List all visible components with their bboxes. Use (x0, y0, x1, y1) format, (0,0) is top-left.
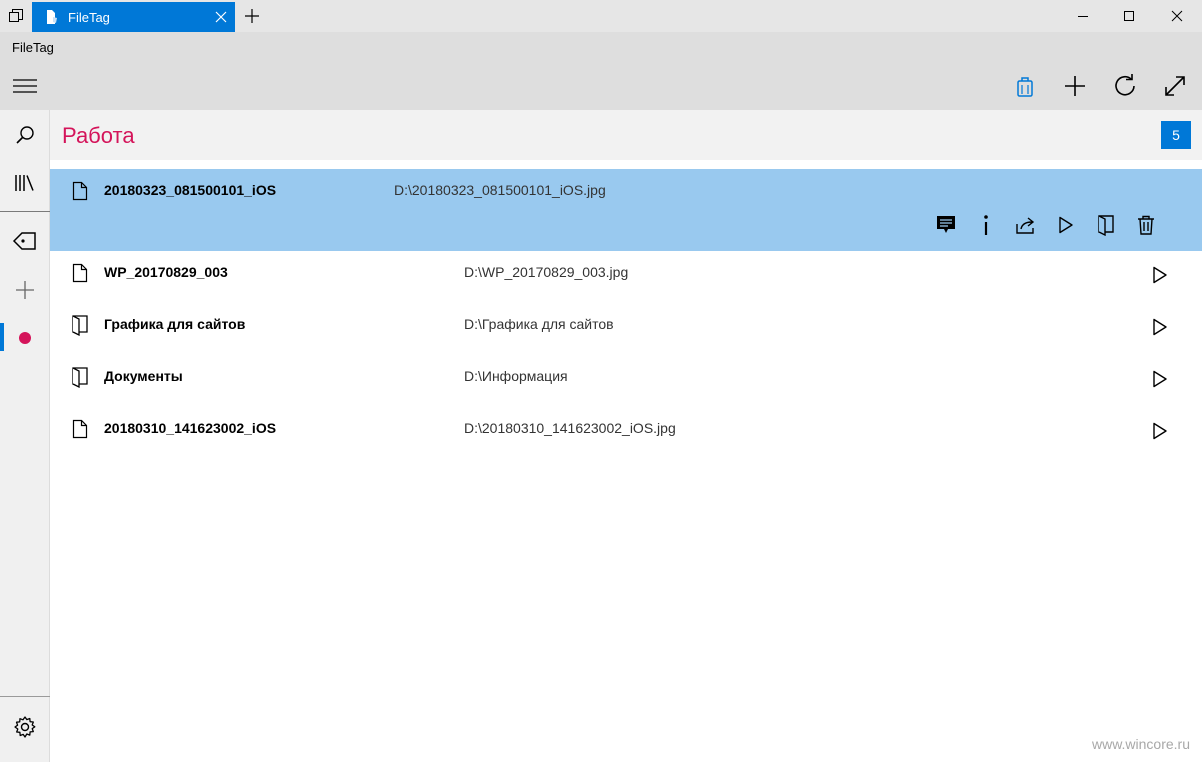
gear-icon (14, 716, 36, 738)
rail-item-library[interactable] (0, 160, 50, 206)
close-icon (1171, 10, 1183, 22)
bag-icon (1017, 77, 1033, 97)
file-icon (70, 418, 90, 440)
hamburger-icon (13, 79, 37, 93)
trash-icon (1138, 215, 1154, 235)
list-item[interactable]: WP_20170829_003 D:\WP_20170829_003.jpg (50, 251, 1202, 303)
add-icon (1065, 76, 1085, 96)
count-value: 5 (1172, 127, 1180, 143)
app-header: FileTag (0, 32, 1202, 110)
navigation-rail (0, 110, 50, 762)
play-icon (1153, 266, 1167, 284)
new-tab-button[interactable] (236, 0, 268, 32)
list-item[interactable]: Графика для сайтов D:\Графика для сайтов (50, 303, 1202, 355)
rail-item-tags[interactable] (0, 218, 50, 264)
item-name: 20180323_081500101_iOS (104, 182, 277, 198)
library-icon (15, 175, 34, 191)
list-item[interactable]: Документы D:\Информация (50, 355, 1202, 407)
item-name: WP_20170829_003 (104, 264, 228, 280)
play-icon (1153, 422, 1167, 440)
refresh-button[interactable] (1103, 68, 1147, 104)
tab-filetag[interactable]: FileTag (32, 2, 235, 32)
item-name: 20180310_141623002_iOS (104, 420, 277, 436)
settings-button[interactable] (0, 704, 50, 750)
open-button[interactable] (1148, 315, 1172, 339)
watermark: www.wincore.ru (1091, 736, 1190, 752)
close-window-button[interactable] (1152, 0, 1202, 32)
expand-icon (1165, 76, 1185, 96)
item-path: D:\20180323_081500101_iOS.jpg (394, 182, 606, 198)
folder-icon (70, 314, 90, 336)
list-item[interactable]: 20180310_141623002_iOS D:\20180310_14162… (50, 407, 1202, 459)
maximize-icon (1124, 11, 1134, 21)
rail-divider (0, 211, 50, 212)
file-list: 20180323_081500101_iOS D:\20180323_08150… (50, 169, 1202, 459)
tab-switcher-button[interactable] (0, 0, 32, 32)
red-dot-icon (19, 332, 31, 344)
open-folder-button[interactable] (1086, 211, 1126, 239)
open-button[interactable] (1046, 211, 1086, 239)
folder-icon (1098, 215, 1114, 236)
app-logo-icon (44, 9, 60, 25)
share-icon (1016, 217, 1035, 234)
play-icon (1153, 318, 1167, 336)
tab-close-button[interactable] (213, 9, 229, 25)
tab-title: FileTag (68, 9, 110, 25)
folder-icon (70, 366, 90, 388)
page-title: Работа (62, 123, 135, 148)
maximize-button[interactable] (1106, 0, 1152, 32)
plus-icon (245, 9, 259, 23)
rail-item-tag-red[interactable] (0, 315, 50, 361)
file-icon (70, 180, 90, 202)
rail-item-add-tag[interactable] (0, 267, 50, 313)
item-actions (926, 211, 1166, 239)
expand-button[interactable] (1153, 68, 1197, 104)
open-button[interactable] (1148, 367, 1172, 391)
play-icon (1059, 216, 1073, 234)
item-name: Документы (104, 368, 183, 384)
page-header: Работа 5 (50, 110, 1202, 160)
rail-item-search[interactable] (0, 112, 50, 158)
restore-tabs-icon (9, 9, 23, 22)
open-button[interactable] (1148, 419, 1172, 443)
plus-icon (16, 281, 34, 299)
add-button[interactable] (1053, 68, 1097, 104)
title-bar: FileTag (0, 0, 1202, 32)
share-button[interactable] (1006, 211, 1046, 239)
info-icon (984, 215, 988, 235)
refresh-icon (1115, 74, 1135, 96)
minimize-button[interactable] (1060, 0, 1106, 32)
minimize-icon (1078, 16, 1088, 17)
item-path: D:\WP_20170829_003.jpg (464, 264, 629, 280)
list-item[interactable]: 20180323_081500101_iOS D:\20180323_08150… (50, 169, 1202, 251)
item-path: D:\Информация (464, 368, 568, 384)
delete-button[interactable] (1126, 211, 1166, 239)
bag-button[interactable] (1003, 68, 1047, 104)
info-button[interactable] (966, 211, 1006, 239)
item-name: Графика для сайтов (104, 316, 246, 332)
rail-divider (0, 696, 50, 697)
app-name: FileTag (12, 40, 54, 55)
comment-button[interactable] (926, 211, 966, 239)
comment-icon (937, 216, 955, 233)
open-button[interactable] (1148, 263, 1172, 287)
search-icon (16, 126, 34, 144)
item-path: D:\Графика для сайтов (464, 316, 614, 332)
menu-button[interactable] (0, 68, 50, 104)
play-icon (1153, 370, 1167, 388)
item-path: D:\20180310_141623002_iOS.jpg (464, 420, 676, 436)
close-icon (215, 11, 227, 23)
count-badge: 5 (1161, 121, 1191, 149)
tag-icon (12, 232, 36, 250)
file-icon (70, 262, 90, 284)
